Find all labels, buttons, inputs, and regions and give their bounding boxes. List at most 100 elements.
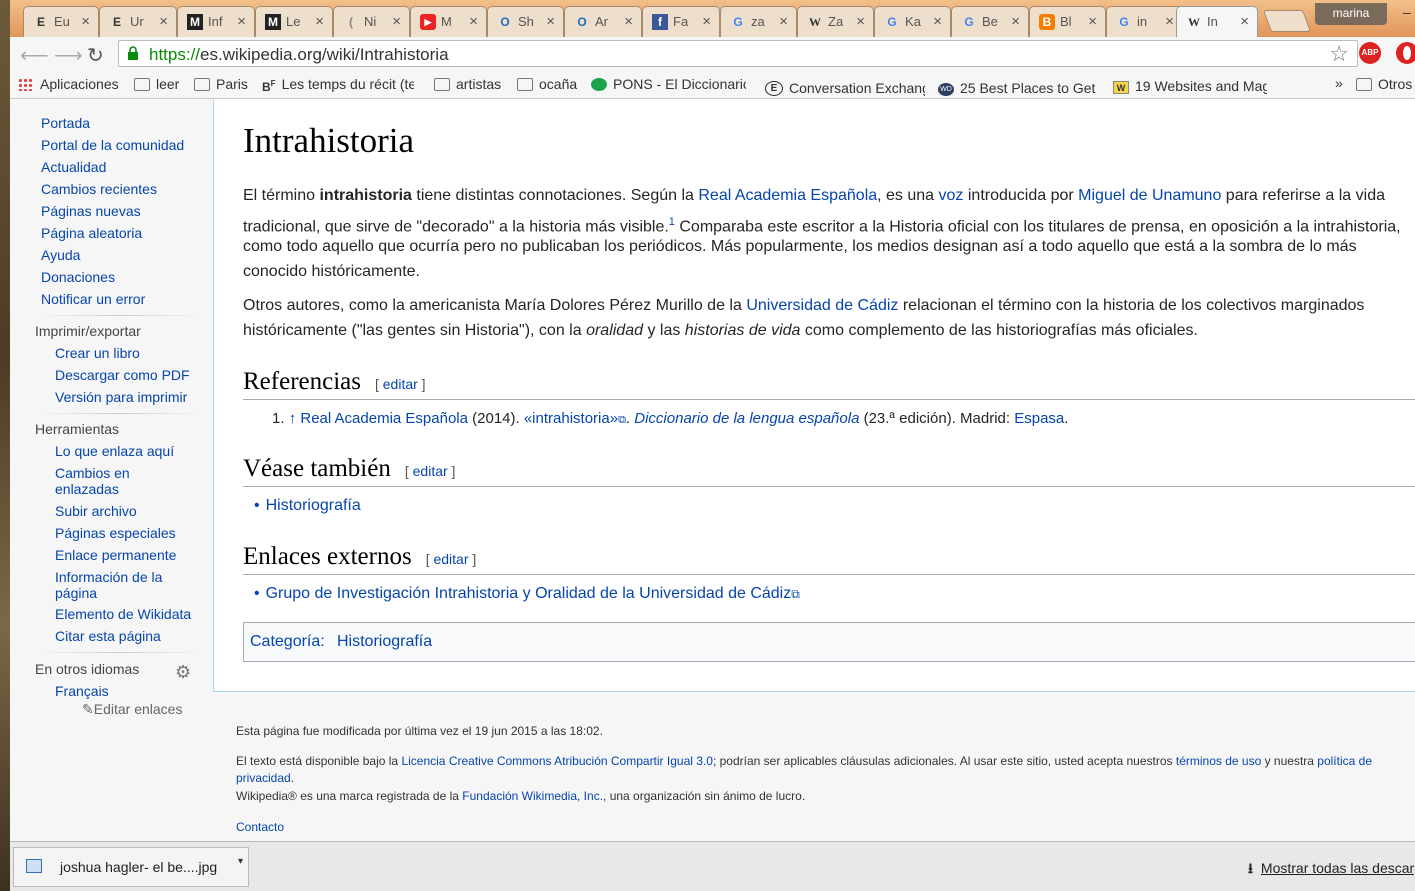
sidebar-link[interactable]: Citar esta página (55, 629, 161, 644)
sidebar-link[interactable]: Ayuda (41, 248, 80, 263)
link-unamuno[interactable]: Miguel de Unamuno (1078, 187, 1221, 204)
browser-tab[interactable]: (Ni × (333, 6, 410, 37)
bookmark-folder[interactable]: Paris (194, 76, 248, 92)
bookmark-folder[interactable]: artistas (434, 76, 501, 92)
ref-link-rae[interactable]: Real Academia Española (300, 410, 468, 427)
close-tab-icon[interactable]: × (1165, 13, 1174, 30)
forward-arrow-icon[interactable]: ⟶ (54, 43, 83, 68)
close-tab-icon[interactable]: × (546, 13, 555, 30)
sidebar-heading-languages[interactable]: En otros idiomas (35, 661, 139, 677)
edit-link[interactable]: editar (433, 551, 468, 567)
sidebar-link[interactable]: Versión para imprimir (55, 390, 187, 405)
page-viewport[interactable]: Portada Portal de la comunidad Actualida… (10, 99, 1415, 841)
browser-tab-active[interactable]: W In × (1176, 6, 1258, 37)
browser-tab[interactable]: G Ka × (874, 6, 951, 37)
close-tab-icon[interactable]: × (624, 13, 633, 30)
link-wikimedia[interactable]: Fundación Wikimedia, Inc. (462, 789, 603, 803)
close-tab-icon[interactable]: × (1011, 13, 1020, 30)
sidebar-link[interactable]: Páginas especiales (55, 526, 176, 541)
close-tab-icon[interactable]: × (315, 13, 324, 30)
sidebar-link[interactable]: Enlace permanente (55, 548, 176, 563)
browser-tab[interactable]: M Le × (255, 6, 333, 37)
close-tab-icon[interactable]: × (392, 13, 401, 30)
close-tab-icon[interactable]: × (856, 13, 865, 30)
close-tab-icon[interactable]: × (1240, 13, 1249, 30)
sidebar-link[interactable]: Donaciones (41, 270, 115, 285)
bookmark-item[interactable]: PONS - El Diccionario (591, 76, 746, 92)
close-tab-icon[interactable]: × (81, 13, 90, 30)
link-universidad-cadiz[interactable]: Universidad de Cádiz (746, 297, 898, 314)
sidebar-link[interactable]: Portal de la comunidad (41, 138, 184, 153)
sidebar-heading-tools[interactable]: Herramientas (35, 421, 119, 437)
ref-link-espasa[interactable]: Espasa (1014, 410, 1064, 427)
browser-tab[interactable]: E Ur × (99, 6, 177, 37)
close-tab-icon[interactable]: × (702, 13, 711, 30)
new-tab-button[interactable] (1262, 10, 1312, 32)
adblock-plus-icon[interactable]: ABP (1359, 42, 1381, 64)
sidebar-link[interactable]: Página aleatoria (41, 226, 142, 241)
show-all-downloads-link[interactable]: ⭳ Mostrar todas las descargas (1248, 858, 1415, 882)
reload-icon[interactable]: ↻ (87, 43, 104, 68)
bookmark-star-icon[interactable]: ☆ (1329, 41, 1349, 67)
category-link[interactable]: Historiografía (337, 633, 432, 651)
sidebar-link[interactable]: Páginas nuevas (41, 204, 141, 219)
sidebar-link[interactable]: Subir archivo (55, 504, 137, 519)
download-item[interactable]: joshua hagler- el be....jpg ▾ (13, 847, 249, 887)
bookmark-item[interactable]: W 19 Websites and Mag (1113, 76, 1267, 94)
browser-tab[interactable]: ▶ M × (410, 6, 487, 37)
browser-tab[interactable]: G Be × (951, 6, 1029, 37)
dropdown-arrow-icon[interactable]: ▾ (238, 856, 243, 867)
ref-link-intrahistoria[interactable]: «intrahistoria» (524, 410, 618, 427)
sidebar-link[interactable]: Cambios en (55, 466, 130, 481)
close-tab-icon[interactable]: × (159, 13, 168, 30)
back-arrow-icon[interactable]: ⟵ (20, 43, 49, 68)
sidebar-link[interactable]: Lo que enlaza aquí (55, 444, 174, 459)
link-privacy[interactable]: política de (1317, 754, 1372, 768)
browser-tab[interactable]: B Bl × (1029, 6, 1106, 37)
link-license[interactable]: Licencia Creative Commons Atribución Com… (401, 754, 712, 768)
edit-link[interactable]: editar (383, 376, 418, 392)
browser-tab[interactable]: Gza × (720, 6, 797, 37)
close-tab-icon[interactable]: × (237, 13, 246, 30)
sidebar-link-language[interactable]: Français (55, 684, 109, 699)
category-label[interactable]: Categoría: (250, 633, 325, 651)
sidebar-link[interactable]: enlazadas (55, 482, 119, 497)
profile-badge[interactable]: marina (1315, 3, 1387, 25)
address-bar[interactable]: https://es.wikipedia.org/wiki/Intrahisto… (118, 40, 1358, 67)
sidebar-link[interactable]: Elemento de Wikidata (55, 607, 191, 622)
link-voz[interactable]: voz (939, 187, 964, 204)
bookmark-folder[interactable]: ocaña (517, 76, 577, 92)
edit-links[interactable]: ✎Editar enlaces (82, 702, 182, 717)
link-terms[interactable]: términos de uso (1176, 754, 1261, 768)
link-grupo-investigacion[interactable]: Grupo de Investigación Intrahistoria y O… (266, 585, 792, 602)
browser-tab[interactable]: O Ar × (564, 6, 642, 37)
bookmarks-overflow-chevron-icon[interactable]: » (1335, 75, 1343, 91)
bookmark-item[interactable]: BF Les temps du récit (te (262, 76, 414, 94)
gear-icon[interactable]: ⚙ (175, 662, 191, 683)
sidebar-link[interactable]: Actualidad (41, 160, 106, 175)
sidebar-link[interactable]: Cambios recientes (41, 182, 157, 197)
ref-backlink-arrow-icon[interactable]: ↑ (289, 410, 297, 427)
browser-tab[interactable]: M Inf × (177, 6, 255, 37)
edit-link[interactable]: editar (413, 463, 448, 479)
bookmark-item[interactable]: E Conversation Exchang (765, 76, 925, 96)
sidebar-link[interactable]: Portada (41, 116, 90, 131)
sidebar-link[interactable]: Notificar un error (41, 292, 145, 307)
browser-tab[interactable]: W Za × (797, 6, 874, 37)
close-tab-icon[interactable]: × (779, 13, 788, 30)
link-privacy[interactable]: privacidad (236, 771, 291, 785)
minimize-icon[interactable]: – (1398, 4, 1415, 20)
close-tab-icon[interactable]: × (1088, 13, 1097, 30)
bookmark-item[interactable]: WD 25 Best Places to Get (938, 76, 1097, 96)
other-bookmarks-folder[interactable]: Otros (1356, 76, 1412, 92)
close-tab-icon[interactable]: × (933, 13, 942, 30)
link-rae[interactable]: Real Academia Española (698, 187, 877, 204)
browser-tab[interactable]: O Sh × (487, 6, 564, 37)
bookmark-folder[interactable]: leer (134, 76, 179, 92)
opera-icon[interactable] (1396, 42, 1415, 64)
sidebar-link[interactable]: Descargar como PDF (55, 368, 190, 383)
sidebar-link[interactable]: Crear un libro (55, 346, 140, 361)
browser-tab[interactable]: Gin × (1106, 6, 1183, 37)
bookmark-item[interactable]: Aplicaciones (18, 76, 119, 92)
sidebar-link[interactable]: Información de la (55, 570, 162, 585)
